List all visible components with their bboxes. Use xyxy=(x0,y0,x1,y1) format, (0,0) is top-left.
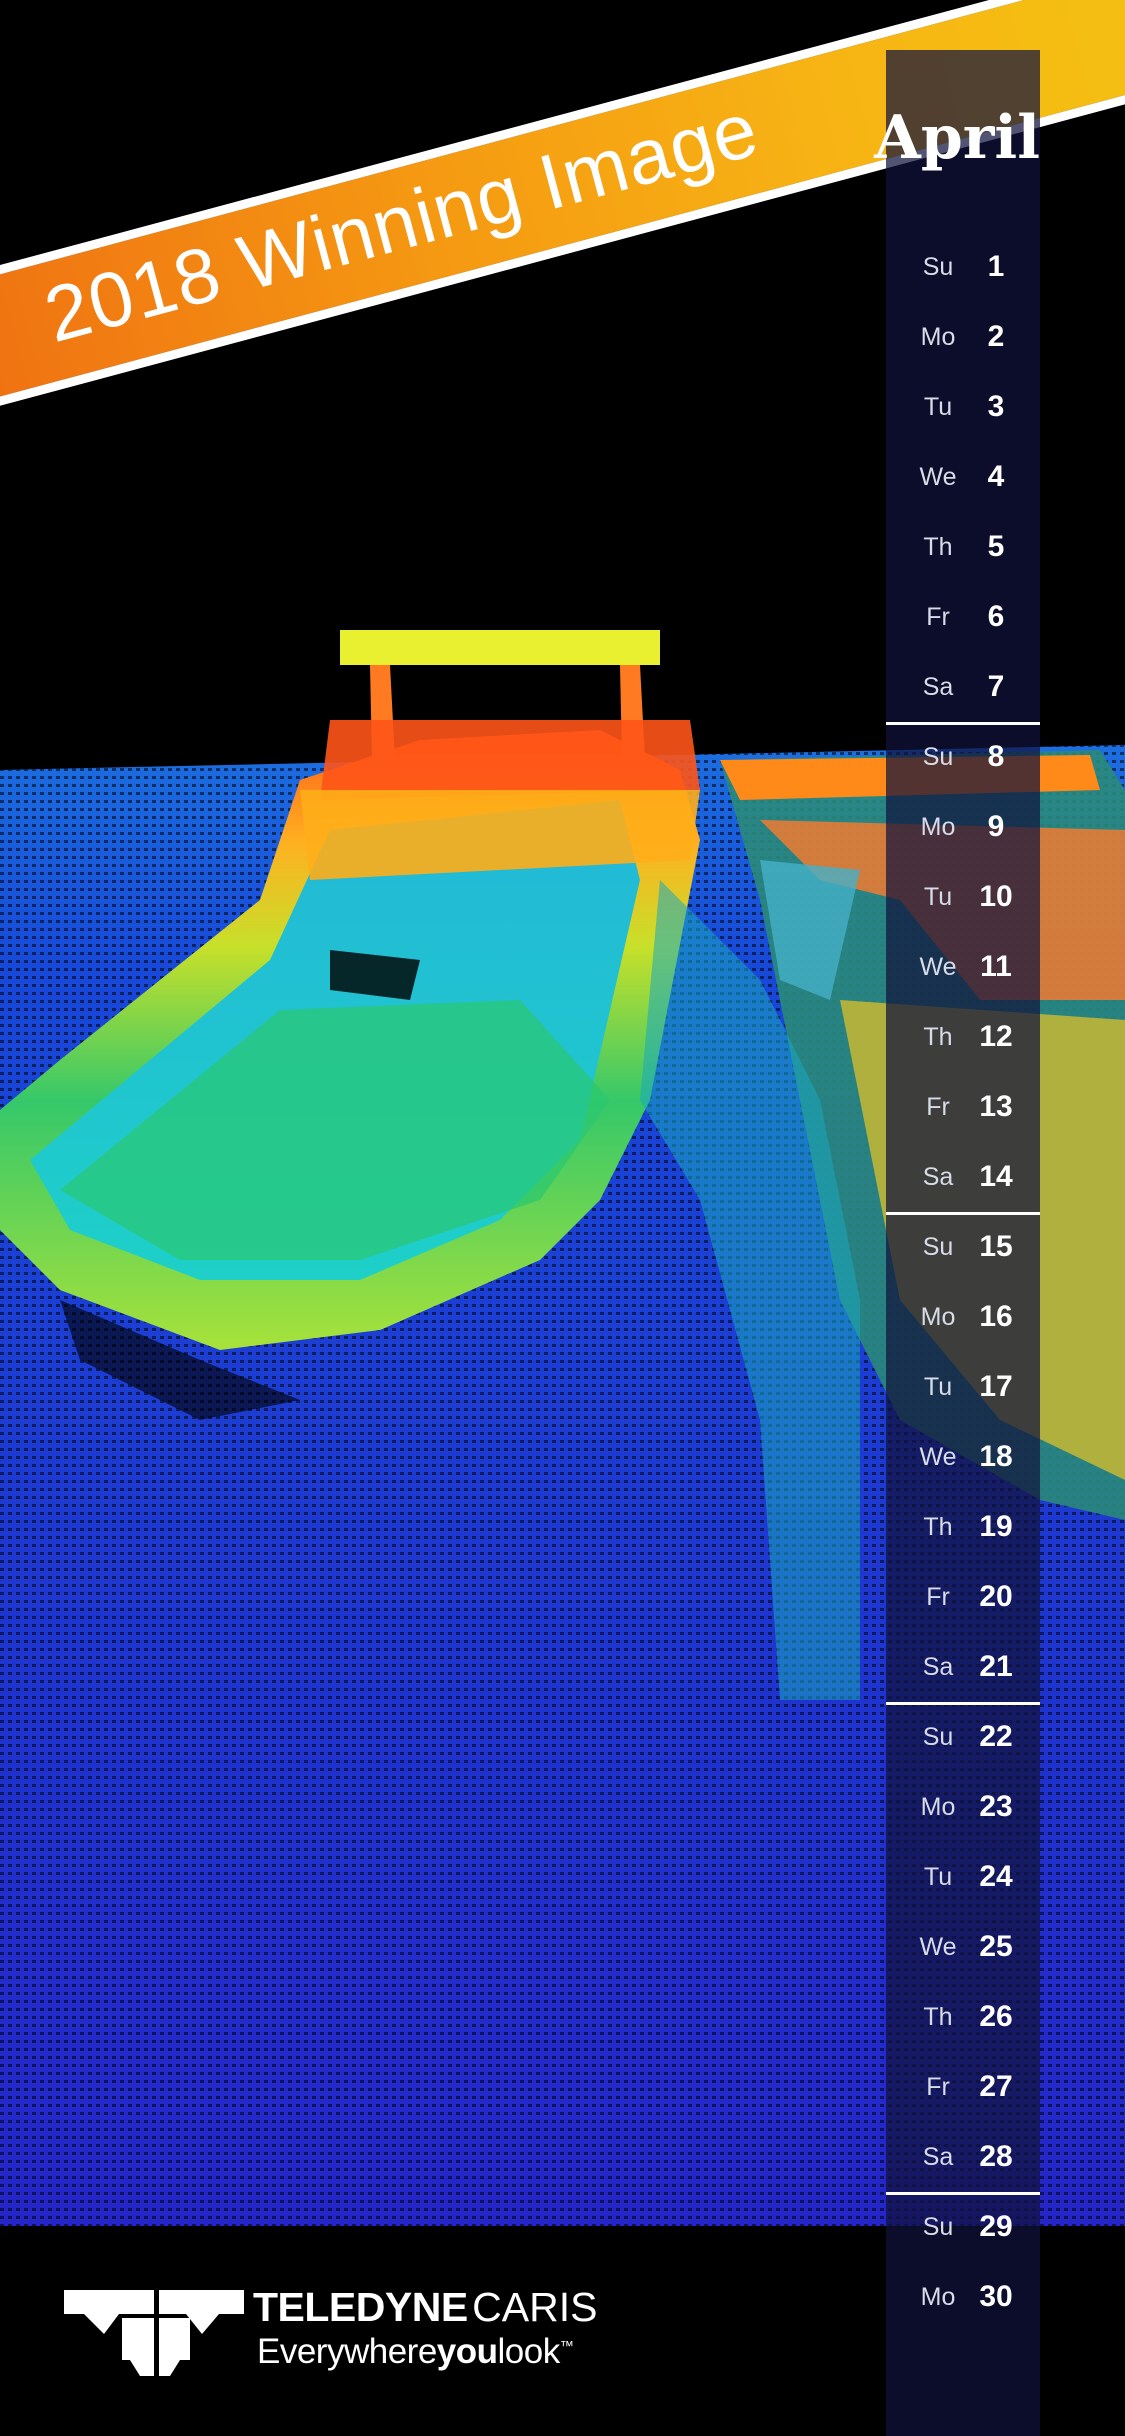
day-number: 26 xyxy=(979,2000,1013,2033)
calendar-day-row: We 25 xyxy=(886,1912,1040,1982)
calendar-day-row: Fr 27 xyxy=(886,2052,1040,2122)
day-of-week: Sa xyxy=(922,1653,954,1681)
day-of-week: Su xyxy=(922,1233,954,1261)
day-number: 11 xyxy=(980,950,1012,983)
day-of-week: We xyxy=(919,1933,957,1961)
brand-tagline: Everywhereyoulook™ xyxy=(257,2332,574,2372)
day-of-week: Th xyxy=(923,533,953,561)
day-of-week: Su xyxy=(922,743,954,771)
week-separator xyxy=(886,1212,1040,1215)
brand-name-regular: CARIS xyxy=(472,2284,598,2330)
day-number: 14 xyxy=(979,1160,1013,1193)
day-of-week: We xyxy=(919,463,957,491)
calendar-day-row: We 18 xyxy=(886,1422,1040,1492)
day-number: 27 xyxy=(979,2070,1013,2103)
calendar-day-row: Su 22 xyxy=(886,1702,1040,1772)
calendar-day-row: Sa 28 xyxy=(886,2122,1040,2192)
day-of-week: Fr xyxy=(926,1583,950,1611)
calendar-day-row: Th 5 xyxy=(886,512,1040,582)
day-number: 7 xyxy=(987,670,1005,703)
week-separator xyxy=(886,722,1040,725)
day-of-week: We xyxy=(919,1443,957,1471)
calendar-day-row: Sa 21 xyxy=(886,1632,1040,1702)
day-of-week: Su xyxy=(922,253,954,281)
day-of-week: Sa xyxy=(922,2143,954,2171)
calendar-day-row: Th 26 xyxy=(886,1982,1040,2052)
trademark-symbol: ™ xyxy=(559,2337,574,2354)
calendar-day-row: Mo 16 xyxy=(886,1282,1040,1352)
day-number: 16 xyxy=(979,1300,1013,1333)
brand-name-bold: TELEDYNE xyxy=(253,2284,468,2330)
calendar-day-row: Sa 14 xyxy=(886,1142,1040,1212)
day-number: 5 xyxy=(987,530,1005,563)
day-number: 9 xyxy=(987,810,1005,843)
day-number: 23 xyxy=(979,1790,1013,1823)
brand-name: TELEDYNE CARIS xyxy=(253,2284,597,2331)
calendar-day-row: Mo 9 xyxy=(886,792,1040,862)
calendar-day-row: Tu 24 xyxy=(886,1842,1040,1912)
day-number: 20 xyxy=(979,1580,1013,1613)
tagline-start: Everywhere xyxy=(257,2332,437,2371)
day-of-week: Th xyxy=(923,1023,953,1051)
calendar-day-row: Mo 23 xyxy=(886,1772,1040,1842)
day-number: 25 xyxy=(979,1930,1013,1963)
calendar-day-row: Mo 2 xyxy=(886,302,1040,372)
tagline-end: look xyxy=(497,2332,561,2371)
calendar-day-row: Tu 10 xyxy=(886,862,1040,932)
day-of-week: Mo xyxy=(920,813,956,841)
calendar-day-row: Fr 20 xyxy=(886,1562,1040,1632)
calendar-day-row: Fr 13 xyxy=(886,1072,1040,1142)
day-of-week: Fr xyxy=(926,1093,950,1121)
day-of-week: Mo xyxy=(920,1303,956,1331)
calendar-day-row: We 11 xyxy=(886,932,1040,1002)
calendar-day-row: Su 1 xyxy=(886,232,1040,302)
day-of-week: Fr xyxy=(926,2073,950,2101)
day-number: 17 xyxy=(979,1370,1013,1403)
day-number: 21 xyxy=(979,1650,1013,1683)
calendar-day-row: Th 12 xyxy=(886,1002,1040,1072)
calendar-day-row: We 4 xyxy=(886,442,1040,512)
day-of-week: Fr xyxy=(926,603,950,631)
day-number: 2 xyxy=(987,320,1005,353)
calendar-day-row: Tu 17 xyxy=(886,1352,1040,1422)
day-of-week: Sa xyxy=(922,1163,954,1191)
week-separator xyxy=(886,2192,1040,2195)
calendar-day-row: Th 19 xyxy=(886,1492,1040,1562)
day-number: 15 xyxy=(979,1230,1013,1263)
day-of-week: We xyxy=(919,953,957,981)
calendar-day-row: Su 8 xyxy=(886,722,1040,792)
day-number: 22 xyxy=(979,1720,1013,1753)
day-number: 4 xyxy=(987,460,1005,493)
day-of-week: Th xyxy=(923,1513,953,1541)
tagline-bold: you xyxy=(436,2332,498,2371)
day-of-week: Mo xyxy=(920,323,956,351)
calendar-day-row: Su 15 xyxy=(886,1212,1040,1282)
month-title: April xyxy=(874,103,1040,173)
calendar-day-row: Tu 3 xyxy=(886,372,1040,442)
day-of-week: Tu xyxy=(923,1863,953,1891)
day-number: 6 xyxy=(987,600,1005,633)
day-of-week: Tu xyxy=(923,393,953,421)
day-of-week: Su xyxy=(922,1723,954,1751)
calendar-day-row: Fr 6 xyxy=(886,582,1040,652)
day-number: 19 xyxy=(979,1510,1013,1543)
day-of-week: Tu xyxy=(923,1373,953,1401)
day-number: 18 xyxy=(979,1440,1013,1473)
day-of-week: Sa xyxy=(922,673,954,701)
day-number: 8 xyxy=(987,740,1005,773)
day-number: 24 xyxy=(979,1860,1013,1893)
week-separator xyxy=(886,1702,1040,1705)
day-number: 3 xyxy=(987,390,1005,423)
day-number: 12 xyxy=(979,1020,1013,1053)
calendar-day-row: Sa 7 xyxy=(886,652,1040,722)
day-number: 28 xyxy=(979,2140,1013,2173)
day-number: 1 xyxy=(987,250,1005,283)
day-of-week: Th xyxy=(923,2003,953,2031)
teledyne-logo-icon xyxy=(64,2290,244,2376)
day-number: 10 xyxy=(979,880,1013,913)
day-number: 13 xyxy=(979,1090,1013,1123)
day-of-week: Tu xyxy=(923,883,953,911)
day-of-week: Mo xyxy=(920,1793,956,1821)
